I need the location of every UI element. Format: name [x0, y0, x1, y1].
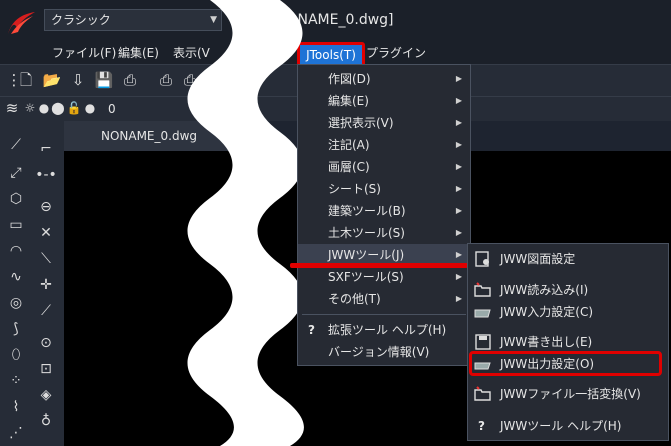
curve-icon[interactable]: ∿ [5, 266, 27, 288]
snap-endpoint-icon[interactable]: ⌐ [35, 138, 57, 160]
input-settings-icon [474, 309, 491, 318]
snap-insert-icon[interactable]: ⊡ [35, 358, 57, 380]
help-icon: ? [478, 419, 485, 433]
line-icon[interactable]: ⟋ [5, 134, 27, 156]
menu-item-architecture-tools[interactable]: 建築ツール(B) ▶ [298, 200, 470, 222]
menu-item-edit[interactable]: 編集(E) ▶ [298, 90, 470, 112]
output-settings-highlight-box [469, 351, 662, 376]
polygon-icon[interactable]: ⬡ [5, 188, 27, 210]
snap-nearest-icon[interactable]: ⟍ [35, 248, 57, 270]
submenu-item-jww-import[interactable]: JWW読み込み(I) [468, 279, 668, 301]
jtools-dropdown-menu: 作図(D) ▶ 編集(E) ▶ 選択表示(V) ▶ 注記(A) ▶ 画層(C) ▶ シート… [297, 64, 471, 366]
rectangle-icon[interactable]: ▭ [5, 214, 27, 236]
menu-item-annotation[interactable]: 注記(A) ▶ [298, 134, 470, 156]
snap-tangent-icon[interactable]: ⊖ [35, 196, 57, 218]
menu-item-civil-tools[interactable]: 土木ツール(S) ▶ [298, 222, 470, 244]
settings-doc-icon [475, 251, 489, 267]
jww-tools-highlight-underline [290, 263, 468, 268]
new-file-icon[interactable]: 🗋 [16, 70, 36, 90]
menu-item-extension-help[interactable]: ? 拡張ツール ヘルプ(H) [298, 319, 470, 341]
save-icon[interactable]: 💾 [94, 70, 114, 90]
points-icon[interactable]: ⁘ [5, 370, 27, 392]
menu-item-draw[interactable]: 作図(D) ▶ [298, 68, 470, 90]
circle-icon[interactable]: ◎ [5, 292, 27, 314]
menu-item-sxf-tools[interactable]: SXFツール(S) ▶ [298, 266, 470, 288]
menu-item-sheet[interactable]: シート(S) ▶ [298, 178, 470, 200]
menu-file[interactable]: ファイル(F) [52, 44, 116, 62]
layer-color-icon: ● [84, 101, 96, 115]
workspace-value: クラシック [51, 13, 111, 27]
submenu-item-jww-drawing-settings[interactable]: JWW図面設定 [468, 248, 668, 270]
download-icon[interactable]: ⇩ [68, 70, 88, 90]
snap-midpoint-icon[interactable]: •‑• [35, 164, 57, 186]
chevron-right-icon: ▶ [455, 206, 462, 215]
snap-quadrant-icon[interactable]: ◈ [35, 384, 57, 406]
snap-perpendicular-icon[interactable]: ✛ [35, 274, 57, 296]
arc-icon[interactable]: ◠ [5, 240, 27, 262]
polyline-icon[interactable]: ⤢ [5, 162, 27, 184]
snap-extension-icon[interactable]: ♁ [35, 410, 57, 432]
menu-item-version-info[interactable]: バージョン情報(V) [298, 341, 470, 363]
open-file-icon[interactable]: 📂 [42, 70, 62, 90]
chevron-right-icon: ▶ [455, 184, 462, 193]
submenu-item-jww-export[interactable]: JWW書き出し(E) [468, 331, 668, 353]
chevron-right-icon: ▶ [455, 272, 462, 281]
snap-parallel-icon[interactable]: ⟋ [35, 300, 57, 322]
floppy-disk-icon [475, 334, 491, 350]
spline-icon[interactable]: ⟆ [5, 318, 27, 340]
menu-plugin[interactable]: プラグイン [366, 44, 426, 62]
node-icon[interactable]: ⋰ [5, 422, 27, 444]
submenu-item-jww-tools-help[interactable]: ? JWWツール ヘルプ(H) [468, 415, 668, 437]
chevron-right-icon: ▶ [455, 96, 462, 105]
chevron-right-icon: ▶ [455, 118, 462, 127]
ellipse-icon[interactable]: ⬯ [5, 344, 27, 366]
chevron-right-icon: ▶ [455, 74, 462, 83]
menu-item-select-display[interactable]: 選択表示(V) ▶ [298, 112, 470, 134]
current-layer-name: 0 [108, 102, 116, 116]
app-logo-icon [8, 12, 35, 34]
submenu-item-jww-batch-convert[interactable]: JWWファイル一括変換(V) [468, 383, 668, 405]
chevron-right-icon: ▶ [455, 294, 462, 303]
batch-convert-icon [474, 386, 491, 401]
save-as-icon[interactable]: ⎙ [120, 70, 140, 90]
submenu-item-jww-input-settings[interactable]: JWW入力設定(C) [468, 301, 668, 323]
menu-edit[interactable]: 編集(E) [118, 44, 159, 62]
menu-item-layer[interactable]: 画層(C) ▶ [298, 156, 470, 178]
zigzag-icon[interactable]: ⌇ [5, 396, 27, 418]
open-folder-icon [474, 282, 491, 297]
snap-center-icon[interactable]: ⊙ [35, 332, 57, 354]
chevron-right-icon: ▶ [455, 228, 462, 237]
menu-item-other[interactable]: その他(T) ▶ [298, 288, 470, 310]
layer-manager-icon[interactable]: ≋ [2, 98, 22, 118]
snap-intersection-icon[interactable]: ✕ [35, 222, 57, 244]
chevron-right-icon: ▶ [455, 140, 462, 149]
jww-tools-submenu: JWW図面設定 JWW読み込み(I) JWW入力設定(C) JWW書き出し(E)… [467, 243, 669, 441]
chevron-right-icon: ▶ [455, 162, 462, 171]
menu-separator [302, 314, 466, 315]
help-icon: ? [308, 323, 315, 337]
